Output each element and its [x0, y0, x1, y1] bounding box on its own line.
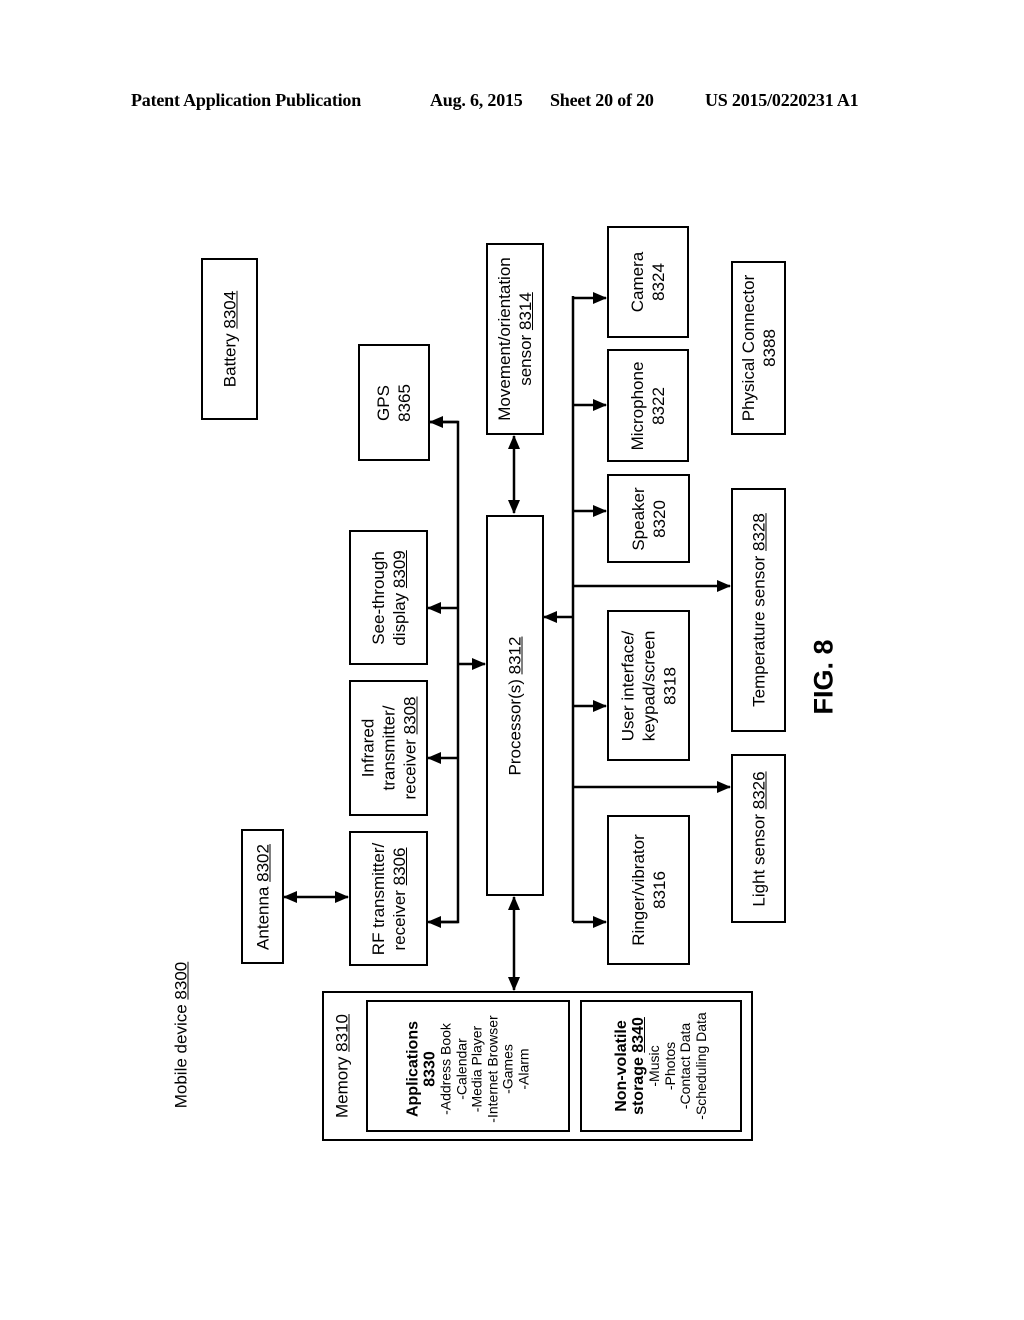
app-item: -Media Player — [468, 1025, 485, 1112]
processor-ref: 8312 — [505, 636, 525, 674]
physical-connector-block: Physical Connector 8388 — [731, 261, 786, 435]
see-through-ref: 8309 — [389, 549, 409, 588]
light-sensor-block: Light sensor 8326 — [731, 754, 786, 923]
app-item: -Calendar — [453, 1037, 469, 1100]
infrared-block: Infrared transmitter/ receiver 8308 — [349, 680, 428, 816]
storage-item: -Music — [646, 1045, 662, 1087]
processor-block: Processor(s) 8312 — [486, 515, 544, 896]
gps-block: GPS 8365 — [358, 344, 430, 461]
physical-connector-ref: 8388 — [759, 329, 779, 367]
movement-sensor-block: Movement/orientation sensor 8314 — [486, 243, 544, 435]
ringer-label: Ringer/vibrator — [628, 834, 648, 946]
rf-ref: 8306 — [389, 846, 409, 885]
microphone-label: Microphone — [628, 361, 647, 450]
microphone-block: Microphone 8322 — [607, 349, 689, 462]
mobile-device-ref: 8300 — [171, 961, 191, 1000]
speaker-label: Speaker — [628, 486, 648, 551]
storage-title-line2: storage — [630, 1057, 647, 1115]
camera-ref: 8324 — [649, 263, 668, 301]
antenna-label: Antenna — [253, 886, 272, 950]
ui-label-line1: User interface/ — [618, 630, 637, 741]
rf-label-line2: receiver — [389, 889, 409, 951]
speaker-ref: 8320 — [649, 499, 669, 538]
speaker-block: Speaker 8320 — [607, 474, 690, 563]
ringer-ref: 8316 — [649, 871, 669, 909]
memory-ref: 8310 — [332, 1014, 352, 1052]
light-label: Light sensor — [749, 813, 768, 907]
infrared-label-line1: Infrared — [358, 718, 377, 778]
movement-label-line2: sensor — [516, 334, 535, 386]
gps-label: GPS — [374, 384, 393, 421]
rf-label-line1: RF transmitter/ — [368, 842, 388, 955]
light-ref: 8326 — [749, 770, 768, 809]
applications-block: Applications 8330 -Address Book -Calenda… — [366, 1000, 570, 1132]
infrared-label-line3: receiver — [400, 739, 419, 800]
memory-label: Memory — [332, 1056, 352, 1118]
see-through-label-line2: display — [389, 592, 409, 646]
antenna-block: Antenna 8302 — [241, 829, 284, 964]
microphone-ref: 8322 — [649, 386, 668, 425]
antenna-ref: 8302 — [253, 843, 272, 882]
storage-item: -Photos — [661, 1041, 678, 1091]
app-item: -Internet Browser — [484, 1014, 500, 1123]
applications-ref: 8330 — [421, 1050, 439, 1087]
left-bus — [429, 420, 460, 924]
ui-label-line2: keypad/screen — [639, 630, 658, 741]
app-item: -Games — [499, 1043, 516, 1094]
mobile-device-text: Mobile device — [171, 1004, 191, 1109]
figure-label-text: FIG. 8 — [808, 639, 839, 715]
user-interface-block: User interface/ keypad/screen 8318 — [607, 610, 690, 761]
physical-connector-label: Physical Connector — [738, 274, 758, 422]
storage-item: -Scheduling Data — [692, 1012, 709, 1120]
camera-label: Camera — [628, 251, 647, 313]
temperature-ref: 8328 — [749, 513, 768, 551]
see-through-display-block: See-through display 8309 — [349, 530, 428, 665]
see-through-label-line1: See-through — [368, 550, 388, 645]
processor-label: Processor(s) — [505, 678, 525, 775]
applications-title: Applications — [404, 1020, 422, 1117]
battery-label: Battery — [220, 333, 239, 388]
rf-transceiver-block: RF transmitter/ receiver 8306 — [349, 831, 428, 966]
movement-ref: 8314 — [516, 292, 535, 331]
camera-block: Camera 8324 — [607, 226, 689, 338]
temperature-label: Temperature sensor — [749, 555, 768, 707]
infrared-ref: 8308 — [400, 696, 419, 735]
app-item: -Alarm — [515, 1047, 531, 1090]
non-volatile-storage-block: Non-volatile storage 8340 -Music -Photos… — [580, 1000, 742, 1132]
movement-label-line1: Movement/orientation — [495, 257, 514, 421]
ui-ref: 8318 — [660, 666, 679, 705]
infrared-label-line2: transmitter/ — [379, 705, 398, 791]
app-item: -Address Book — [437, 1022, 454, 1115]
battery-ref: 8304 — [220, 290, 239, 329]
battery-block: Battery 8304 — [201, 258, 258, 420]
storage-item: -Contact Data — [677, 1022, 693, 1110]
gps-ref: 8365 — [395, 383, 414, 422]
temperature-sensor-block: Temperature sensor 8328 — [731, 488, 786, 732]
ringer-vibrator-block: Ringer/vibrator 8316 — [607, 815, 690, 965]
storage-title-line1: Non-volatile — [613, 1020, 630, 1112]
storage-ref: 8340 — [630, 1017, 647, 1053]
